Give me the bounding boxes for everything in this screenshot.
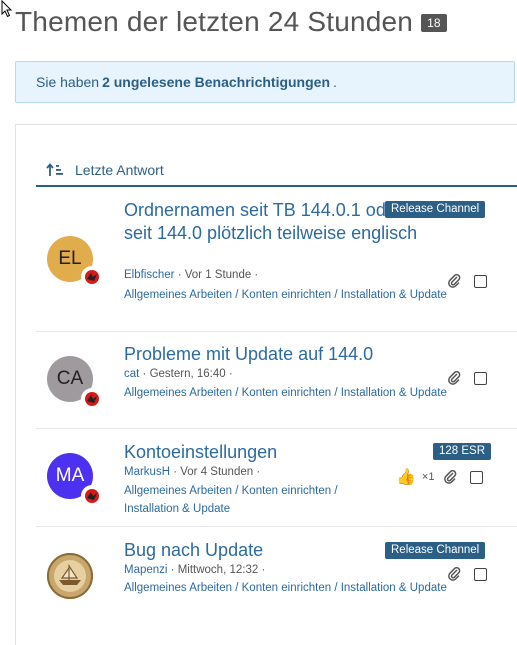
sort-label: Letzte Antwort	[75, 162, 164, 178]
notice-unread-count[interactable]: 2 ungelesene Benachrichtigungen	[102, 74, 330, 90]
topic-count-badge: 18	[421, 14, 447, 32]
topic-categories[interactable]: Allgemeines Arbeiten / Konten einrichten…	[124, 384, 454, 402]
topic-select-checkbox[interactable]	[470, 470, 484, 484]
thunderbird-badge-icon	[81, 266, 103, 288]
page-title-text: Themen der letzten 24 Stunden	[15, 6, 414, 37]
topic-actions	[448, 274, 487, 288]
topic-row: EL Ordnernamen seit TB 144.0.1 oder scho…	[36, 188, 517, 332]
topic-label-badge[interactable]: Release Channel	[385, 542, 486, 559]
topic-actions	[448, 371, 487, 385]
attachment-icon	[444, 470, 457, 484]
topic-categories[interactable]: Allgemeines Arbeiten / Konten einrichten…	[124, 482, 374, 518]
page-title: Themen der letzten 24 Stunden 18	[15, 6, 447, 38]
notice-prefix: Sie haben	[36, 74, 100, 90]
topic-meta: Mapenzi · Mittwoch, 12:32 ·	[124, 564, 266, 576]
mouse-cursor-icon	[1, 0, 13, 18]
topic-time: Vor 4 Stunden	[180, 466, 254, 478]
topic-actions: 👍 ×1	[396, 467, 484, 487]
topic-meta: Elbfischer · Vor 1 Stunde ·	[124, 269, 259, 281]
sort-ascending-icon	[46, 163, 63, 176]
topic-title-link[interactable]: Bug nach Update	[124, 539, 263, 562]
topic-actions	[448, 567, 487, 581]
topic-row: Bug nach Update Release Channel Mapenzi …	[36, 527, 517, 620]
topic-time: Mittwoch, 12:32	[177, 564, 259, 576]
likes-value: ×1	[421, 471, 435, 483]
topic-select-checkbox[interactable]	[474, 274, 487, 288]
sort-tab-last-reply[interactable]: Letzte Antwort	[36, 155, 517, 187]
topic-time: Gestern, 16:40	[149, 368, 226, 380]
avatar-initials: CA	[56, 368, 84, 389]
avatar[interactable]	[47, 553, 93, 599]
topic-title-link[interactable]: Kontoeinstellungen	[124, 441, 277, 464]
avatar-initials: MA	[55, 465, 85, 486]
topic-row: CA Probleme mit Update auf 144.0 cat · G…	[36, 332, 517, 429]
topic-author[interactable]: cat	[124, 368, 139, 380]
thumbs-up-icon: 👍	[396, 469, 416, 486]
topic-author[interactable]: Elbfischer	[124, 269, 175, 281]
topic-select-checkbox[interactable]	[474, 371, 487, 385]
topic-time: Vor 1 Stunde	[184, 269, 252, 281]
topic-meta: MarkusH · Vor 4 Stunden ·	[124, 466, 261, 478]
topic-label-badge[interactable]: 128 ESR	[433, 443, 492, 460]
thunderbird-badge-icon	[81, 388, 103, 410]
attachment-icon	[448, 567, 461, 581]
topic-author[interactable]: Mapenzi	[124, 564, 167, 576]
attachment-icon	[448, 274, 461, 288]
topic-select-checkbox[interactable]	[474, 567, 487, 581]
topic-title-link[interactable]: Probleme mit Update auf 144.0	[124, 343, 373, 366]
topic-author[interactable]: MarkusH	[124, 466, 170, 478]
thunderbird-badge-icon	[81, 485, 103, 507]
notification-notice[interactable]: Sie haben 2 ungelesene Benachrichtigunge…	[15, 61, 515, 103]
likes-count[interactable]: 👍 ×1	[396, 467, 434, 487]
topic-label-badge[interactable]: Release Channel	[385, 201, 486, 218]
topic-categories[interactable]: Allgemeines Arbeiten / Konten einrichten…	[124, 286, 454, 304]
notice-suffix: .	[333, 74, 337, 90]
topic-row: MA Kontoeinstellungen 128 ESR MarkusH · …	[36, 429, 517, 527]
topic-meta: cat · Gestern, 16:40 ·	[124, 368, 233, 380]
ship-emblem-icon	[47, 553, 93, 599]
avatar-initials: EL	[58, 248, 82, 269]
topic-categories[interactable]: Allgemeines Arbeiten / Konten einrichten…	[124, 579, 454, 597]
attachment-icon	[448, 371, 461, 385]
